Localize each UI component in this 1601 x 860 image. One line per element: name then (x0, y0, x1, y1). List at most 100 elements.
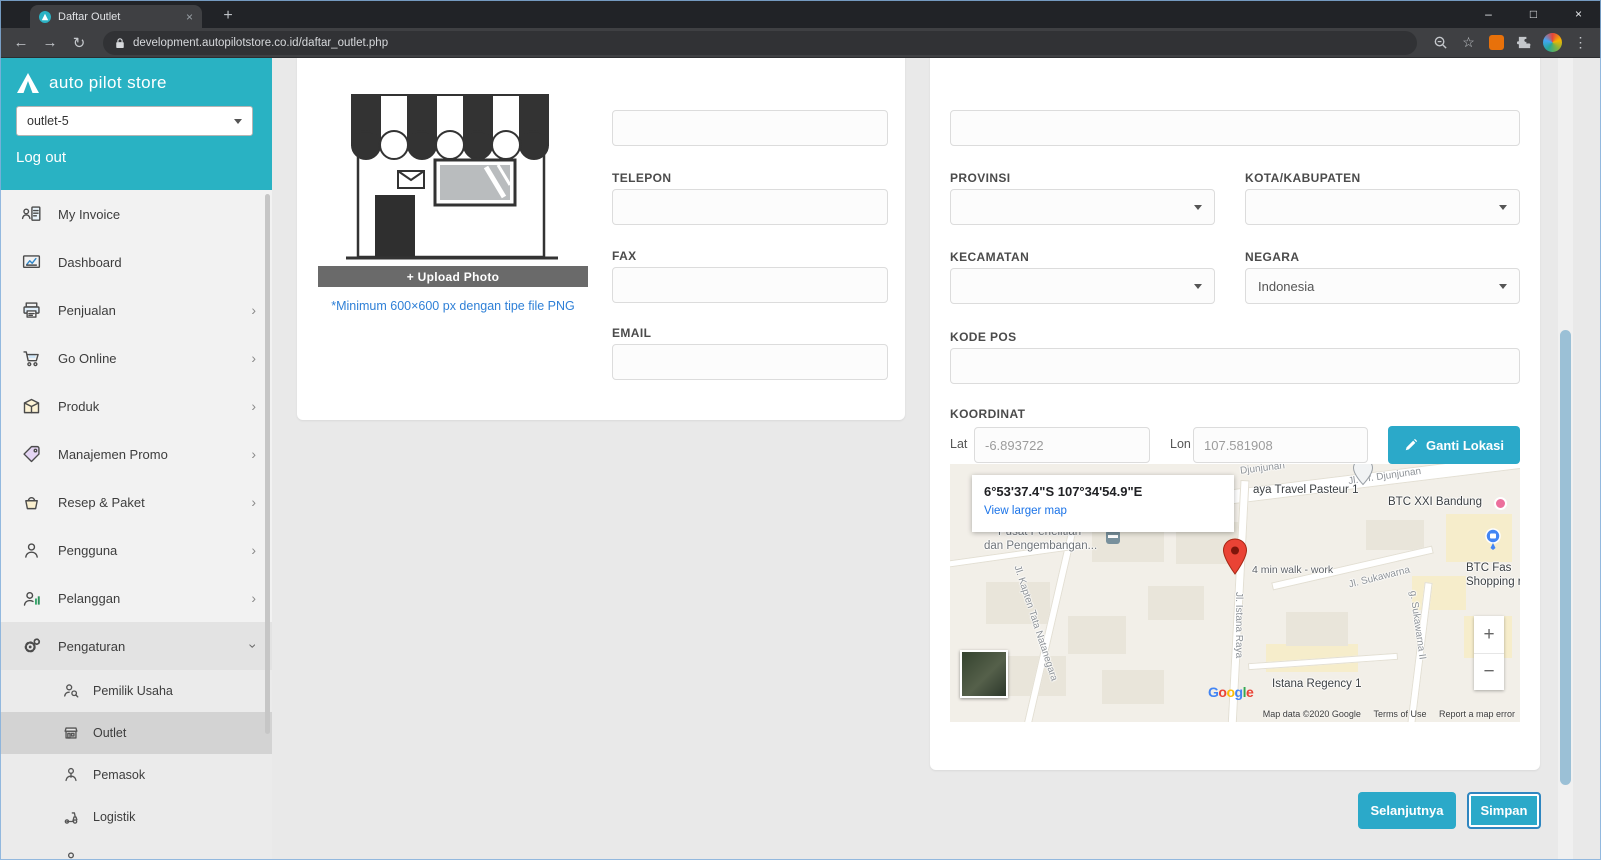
kode-pos-label: KODE POS (950, 330, 1017, 344)
sidebar-item-penjualan[interactable]: Penjualan › (0, 286, 272, 334)
address-bar[interactable]: development.autopilotstore.co.id/daftar_… (103, 31, 1417, 55)
tag-icon (20, 443, 42, 465)
chevron-down-icon (1499, 284, 1507, 289)
ganti-lokasi-button[interactable]: Ganti Lokasi (1388, 426, 1520, 464)
chevron-down-icon (1499, 205, 1507, 210)
sidebar-item-pengguna[interactable]: Pengguna › (0, 526, 272, 574)
sidebar-item-go-online[interactable]: Go Online › (0, 334, 272, 382)
basket-icon (20, 491, 42, 513)
koordinat-label: KOORDINAT (950, 407, 1025, 421)
chevron-down-icon: › (246, 644, 262, 649)
map-marker-icon[interactable] (1222, 538, 1248, 576)
sidebar-subitem-outlet[interactable]: Outlet (0, 712, 272, 754)
box-icon (20, 395, 42, 417)
negara-select-value: Indonesia (1258, 279, 1314, 294)
chevron-right-icon: › (251, 446, 256, 462)
page-scrollbar[interactable] (1558, 58, 1573, 860)
sidebar-scrollbar[interactable] (265, 194, 270, 734)
poi-label: aya Travel Pasteur 1 (1253, 484, 1358, 496)
sidebar-item-pengaturan[interactable]: Pengaturan › (0, 622, 272, 670)
alamat-input[interactable] (950, 110, 1520, 146)
profile-avatar[interactable] (1540, 30, 1565, 55)
sidebar-subitem-pemasok[interactable]: Pemasok (0, 754, 272, 796)
window-close-button[interactable]: × (1556, 0, 1601, 28)
ganti-lokasi-label: Ganti Lokasi (1426, 438, 1504, 453)
sidebar-item-my-invoice[interactable]: My Invoice (0, 190, 272, 238)
view-larger-map-link[interactable]: View larger map (984, 505, 1222, 517)
walk-time-label: 4 min walk - work (1252, 564, 1333, 576)
google-map[interactable]: Djunjunan Jl. Dr. Djunjunan aya Travel P… (950, 464, 1520, 722)
outlet-select-value: outlet-5 (27, 114, 69, 128)
poi-pin-icon (1352, 464, 1374, 486)
map-zoom-out-button[interactable]: − (1474, 653, 1504, 690)
negara-select[interactable]: Indonesia (1245, 268, 1520, 304)
sidebar-item-pelanggan[interactable]: Pelanggan › (0, 574, 272, 622)
sidebar-item-produk[interactable]: Produk › (0, 382, 272, 430)
extensions-puzzle-icon[interactable] (1512, 30, 1537, 55)
provinsi-select[interactable] (950, 189, 1215, 225)
sidebar-item-dashboard[interactable]: Dashboard (0, 238, 272, 286)
outlet-photo-upload[interactable]: + Upload Photo (318, 67, 588, 287)
window-maximize-button[interactable]: □ (1511, 0, 1556, 28)
email-label: EMAIL (612, 326, 651, 340)
sidebar-item-label: Produk (58, 399, 99, 414)
kecamatan-select[interactable] (950, 268, 1215, 304)
sidebar-item-label: Pengguna (58, 543, 117, 558)
dashboard-icon (20, 251, 42, 273)
fax-input[interactable] (612, 267, 888, 303)
map-data-text: Map data ©2020 Google (1263, 709, 1361, 719)
bookmark-star-icon[interactable]: ☆ (1456, 30, 1481, 55)
email-input[interactable] (612, 344, 888, 380)
storefront-illustration (318, 67, 588, 267)
forward-button[interactable]: → (37, 30, 63, 56)
outlet-photo-card: + Upload Photo *Minimum 600×600 px denga… (297, 58, 905, 420)
chevron-down-icon (234, 119, 242, 124)
google-logo: Google (1208, 684, 1253, 700)
new-tab-button[interactable]: + (216, 4, 240, 28)
report-map-error-link[interactable]: Report a map error (1439, 709, 1515, 719)
pengaturan-submenu: Pemilik Usaha Outlet Pemasok Logistik (0, 670, 272, 860)
upload-photo-button[interactable]: + Upload Photo (318, 266, 588, 287)
transit-station-icon (1106, 530, 1120, 544)
person-icon (20, 539, 42, 561)
outlet-name-input[interactable] (612, 110, 888, 146)
simpan-button[interactable]: Simpan (1467, 792, 1541, 829)
kota-select[interactable] (1245, 189, 1520, 225)
zoom-indicator-icon[interactable] (1428, 30, 1453, 55)
chevron-right-icon: › (251, 302, 256, 318)
url-text: development.autopilotstore.co.id/daftar_… (133, 37, 388, 49)
satellite-view-toggle[interactable] (960, 650, 1008, 698)
terms-of-use-link[interactable]: Terms of Use (1373, 709, 1426, 719)
tab-favicon-icon (39, 11, 51, 23)
customer-icon (20, 587, 42, 609)
browser-tab[interactable]: Daftar Outlet × (30, 5, 202, 28)
back-button[interactable]: ← (8, 30, 34, 56)
sidebar-subitem-logistik[interactable]: Logistik (0, 796, 272, 838)
sidebar-item-manajemen-promo[interactable]: Manajemen Promo › (0, 430, 272, 478)
outlet-select[interactable]: outlet-5 (16, 106, 253, 136)
supplier-icon (62, 766, 80, 784)
telepon-label: TELEPON (612, 171, 671, 185)
browser-menu-icon[interactable]: ⋮ (1568, 30, 1593, 55)
sidebar-subitem-partial[interactable] (0, 838, 272, 860)
tab-close-icon[interactable]: × (186, 10, 193, 24)
selanjutnya-button[interactable]: Selanjutnya (1358, 792, 1456, 829)
sidebar-subitem-pemilik-usaha[interactable]: Pemilik Usaha (0, 670, 272, 712)
scooter-icon (62, 808, 80, 826)
window-minimize-button[interactable]: – (1466, 0, 1511, 28)
lon-input[interactable] (1193, 427, 1368, 463)
reload-button[interactable]: ↻ (66, 30, 92, 56)
lon-label: Lon (1170, 437, 1191, 451)
kode-pos-input[interactable] (950, 348, 1520, 384)
sidebar-header: auto pilot store outlet-5 Log out (0, 58, 272, 190)
cinema-poi-icon (1494, 497, 1507, 510)
lat-input[interactable] (974, 427, 1150, 463)
page-scrollbar-thumb[interactable] (1560, 330, 1571, 785)
map-zoom-in-button[interactable]: + (1474, 616, 1504, 653)
map-attribution: Map data ©2020 Google Terms of Use Repor… (1253, 709, 1515, 719)
sidebar-item-resep-paket[interactable]: Resep & Paket › (0, 478, 272, 526)
extension-orange-icon[interactable] (1484, 30, 1509, 55)
telepon-input[interactable] (612, 189, 888, 225)
sidebar-item-label: Penjualan (58, 303, 116, 318)
logout-link[interactable]: Log out (16, 149, 256, 166)
